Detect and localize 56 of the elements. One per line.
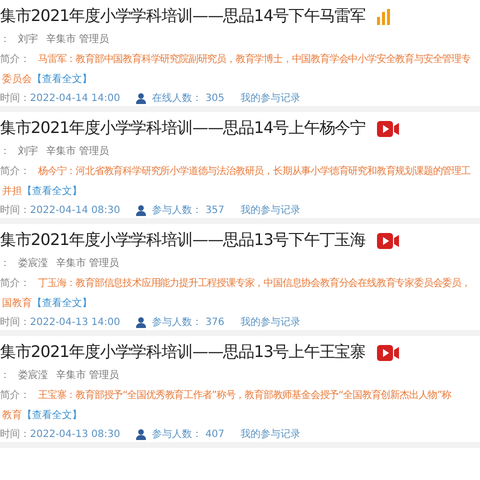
intro-label: 简介： — [0, 276, 30, 290]
intro-text: 教育 — [2, 408, 22, 422]
host-label: ： — [0, 145, 10, 158]
host-name: 娄宸滢 — [18, 256, 48, 270]
my-record-link[interactable]: 我的参与记录 — [240, 427, 300, 442]
my-record-link[interactable]: 我的参与记录 — [240, 203, 300, 218]
start-time: 2022-04-14 14:00 — [30, 92, 120, 104]
my-record-link[interactable]: 我的参与记录 — [240, 315, 300, 330]
time-label: 时间： — [0, 316, 30, 330]
course-title[interactable]: 集市2021年度小学学科培训——思品14号下午马雷军 — [0, 6, 366, 28]
start-time: 2022-04-13 14:00 — [30, 316, 120, 328]
participant-count: 参与人数： 407 — [152, 428, 224, 442]
intro-text: 马雷军：教育部中国教育科学研究院副研究员，教育学博士，中国教育学会中小学安全教育与安全管理专 — [38, 52, 470, 66]
user-icon — [136, 428, 146, 440]
time-label: 时间： — [0, 92, 30, 106]
host-label: ： — [0, 33, 10, 46]
read-more-link[interactable]: 【查看全文】 — [32, 296, 92, 310]
user-icon — [136, 204, 146, 216]
intro-label: 简介： — [0, 164, 30, 178]
intro-text: 丁玉海：教育部信息技术应用能力提升工程授课专家，中国信息协会教育分会在线教育专家委员会委员， — [38, 276, 470, 290]
user-icon — [136, 316, 146, 328]
participant-count: 在线人数： 305 — [152, 92, 224, 106]
intro-text: 并担 — [2, 184, 22, 198]
read-more-link[interactable]: 【查看全文】 — [22, 408, 82, 422]
host-name: 娄宸滢 — [18, 368, 48, 382]
participant-count: 参与人数： 357 — [152, 204, 224, 218]
my-record-link[interactable]: 我的参与记录 — [240, 91, 300, 106]
bar-chart-icon — [377, 8, 392, 25]
host-label: ： — [0, 257, 10, 270]
start-time: 2022-04-14 08:30 — [30, 204, 120, 216]
video-camera-icon — [377, 120, 400, 137]
participant-count: 参与人数： 376 — [152, 316, 224, 330]
host-name: 刘宇 — [18, 32, 38, 46]
course-title[interactable]: 集市2021年度小学学科培训——思品14号上午杨今宁 — [0, 118, 366, 140]
read-more-link[interactable]: 【查看全文】 — [32, 72, 92, 86]
video-camera-icon — [377, 232, 400, 249]
read-more-link[interactable]: 【查看全文】 — [22, 184, 82, 198]
intro-text: 国教育 — [2, 296, 32, 310]
course-title[interactable]: 集市2021年度小学学科培训——思品13号上午王宝寨 — [0, 342, 366, 364]
intro-text: 杨今宁：河北省教育科学研究所小学道德与法治教研员，长期从事小学德育研究和教育规划课题的管理工 — [38, 164, 470, 178]
host-label: ： — [0, 369, 10, 382]
video-camera-icon — [377, 344, 400, 361]
time-label: 时间： — [0, 428, 30, 442]
intro-text: 委员会 — [2, 72, 32, 86]
host-org: 辛集市 管理员 — [46, 144, 110, 158]
host-org: 辛集市 管理员 — [56, 368, 120, 382]
intro-label: 简介： — [0, 52, 30, 66]
host-org: 辛集市 管理员 — [46, 32, 110, 46]
time-label: 时间： — [0, 204, 30, 218]
intro-label: 简介： — [0, 388, 30, 402]
intro-text: 王宝寨：教育部授予“全国优秀教育工作者”称号，教育部教师基金会授予“全国教育创新杰出人物”称 — [38, 388, 452, 402]
course-title[interactable]: 集市2021年度小学学科培训——思品13号下午丁玉海 — [0, 230, 366, 252]
user-icon — [136, 92, 146, 104]
host-name: 刘宇 — [18, 144, 38, 158]
host-org: 辛集市 管理员 — [56, 256, 120, 270]
start-time: 2022-04-13 08:30 — [30, 428, 120, 440]
